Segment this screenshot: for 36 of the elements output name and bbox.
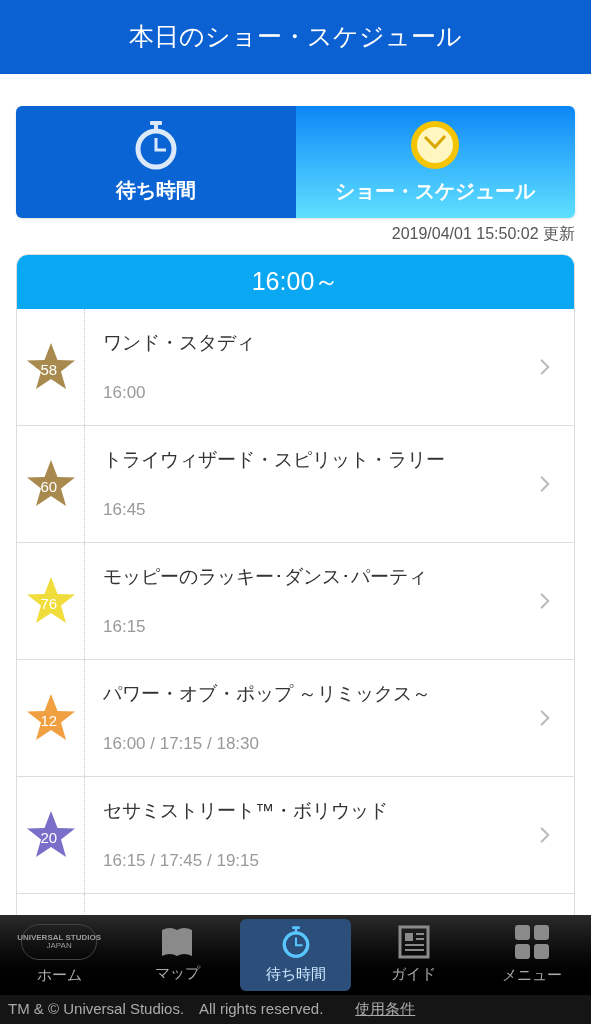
show-name: セサミストリート™・ボリウッド (103, 799, 389, 823)
star-number: 60 (40, 479, 58, 494)
copyright-text: TM & © Universal Studios. All rights reserved. (8, 999, 324, 1020)
show-times: 16:00 / 17:15 / 18:30 (103, 732, 260, 755)
show-times: 16:45 (103, 498, 147, 521)
logo-text: UNIVERSAL STUDIOS (17, 933, 102, 942)
page-title: 本日のショー・スケジュール (129, 21, 462, 53)
star-number: 76 (40, 596, 58, 611)
show-name: トライウィザード・スピリット・ラリー (103, 448, 446, 472)
show-row[interactable]: 12 パワー・オブ・ポップ ～リミックス～ 16:00 / 17:15 / 18:30 (17, 660, 574, 777)
show-row[interactable]: 60 トライウィザード・スピリット・ラリー 16:45 (17, 426, 574, 543)
nav-item[interactable]: メニュー (476, 919, 587, 991)
show-times: 16:15 (103, 615, 147, 638)
nav-item[interactable]: 待ち時間 (240, 919, 351, 991)
show-name: モッピーのラッキー･ダンス･パーティ (103, 565, 428, 589)
star-number: 20 (40, 830, 58, 845)
nav-item[interactable]: UNIVERSAL STUDIOS JAPAN ホーム (4, 919, 115, 991)
show-times: 16:00 (103, 381, 147, 404)
section-header: 16:00～ (17, 255, 574, 309)
show-name: ワンド・スタディ (103, 331, 256, 355)
terms-link[interactable]: 使用条件 (355, 998, 416, 1021)
star-number: 12 (40, 713, 58, 728)
nav-item[interactable]: マップ (122, 919, 233, 991)
star-number: 58 (40, 362, 58, 377)
show-row[interactable]: 76 モッピーのラッキー･ダンス･パーティ 16:15 (17, 543, 574, 660)
tab[interactable]: 待ち時間 (16, 106, 296, 218)
show-times: 16:15 / 17:45 / 19:15 (103, 849, 260, 872)
nav-item[interactable]: ガイド (358, 919, 469, 991)
grid-icon (513, 923, 550, 960)
map-icon (160, 925, 195, 958)
show-row[interactable]: 58 ワンド・スタディ 16:00 (17, 309, 574, 426)
show-name: パワー・オブ・ポップ ～リミックス～ (103, 682, 433, 706)
newspaper-icon (397, 924, 430, 959)
update-time: 2019/04/01 15:50:02 更新 (390, 224, 575, 244)
show-row[interactable]: 20 セサミストリート™・ボリウッド 16:15 / 17:45 / 19:15 (17, 777, 574, 894)
logo-subtext: JAPAN (46, 941, 72, 950)
